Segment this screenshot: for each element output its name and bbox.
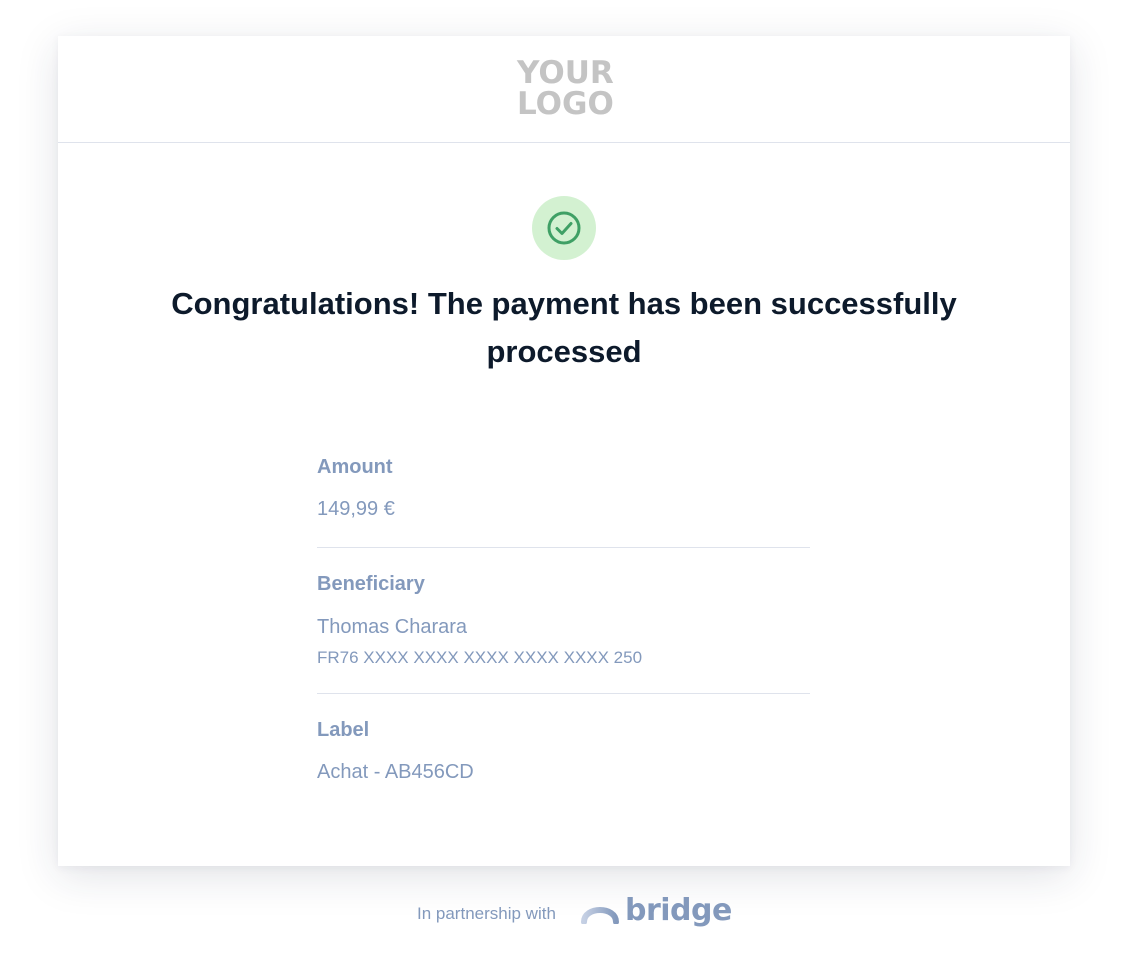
label-value: Achat - AB456CD [317, 761, 474, 783]
payment-details: Amount 149,99 € Beneficiary Thomas Chara… [317, 441, 810, 784]
beneficiary-name: Thomas Charara [317, 616, 468, 638]
logo-line-1: YOUR [517, 55, 614, 91]
company-logo: YOUR LOGO [517, 55, 614, 122]
beneficiary-iban: FR76 XXXX XXXX XXXX XXXX XXXX 250 [317, 648, 643, 667]
payment-confirmation-card: YOUR LOGO Congratulations! The payment h… [58, 36, 1070, 866]
success-headline: Congratulations! The payment has been su… [171, 286, 957, 369]
footer: In partnership with bridge [0, 893, 1138, 932]
check-circle-icon [532, 196, 596, 260]
beneficiary-label: Beneficiary [317, 573, 425, 595]
bridge-brand: bridge [625, 893, 732, 928]
amount-label: Amount [317, 456, 393, 478]
partnership-text: In partnership with [417, 904, 556, 923]
beneficiary-row: Beneficiary Thomas Charara FR76 XXXX XXX… [317, 548, 810, 694]
label-label: Label [317, 719, 370, 741]
card-header: YOUR LOGO [58, 36, 1070, 143]
label-row: Label Achat - AB456CD [317, 694, 810, 784]
amount-row: Amount 149,99 € [317, 441, 810, 548]
logo-line-2: LOGO [517, 86, 614, 122]
amount-value: 149,99 € [317, 498, 395, 520]
bridge-arc-icon [581, 900, 619, 925]
